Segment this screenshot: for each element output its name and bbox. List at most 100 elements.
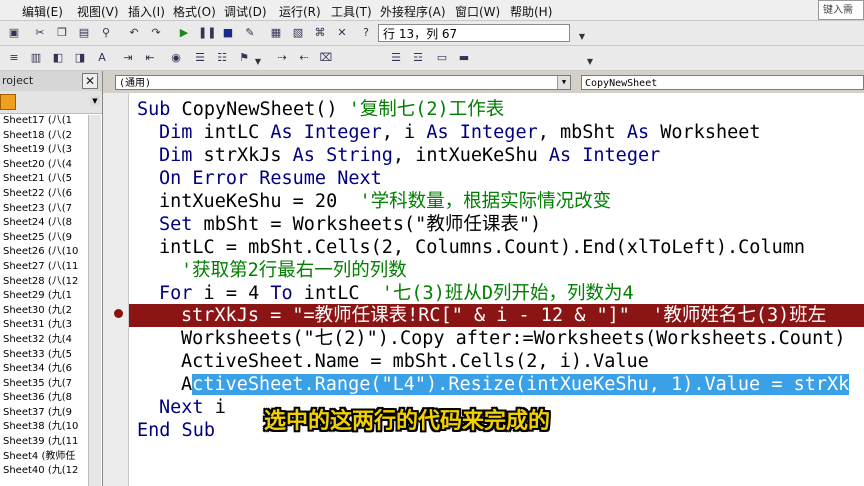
menu-bar: 编辑(E) 视图(V) 插入(I) 格式(O) 调试(D) 运行(R) 工具(T… (0, 0, 864, 21)
reset-icon[interactable]: ■ (220, 25, 236, 41)
code-line[interactable]: Worksheets("七(2)").Copy after:=Worksheet… (181, 327, 864, 350)
menu-tools[interactable]: 工具(T) (331, 3, 372, 20)
tree-item[interactable]: Sheet29 (九(1 (0, 289, 88, 304)
code-line[interactable]: For i = 4 To intLC '七(3)班从D列开始，列数为4 (159, 282, 864, 305)
complete-word-icon[interactable]: A (94, 50, 110, 66)
list-properties-icon[interactable]: ≡ (6, 50, 22, 66)
paste-icon[interactable]: ▤ (76, 25, 92, 41)
edit-toolbar-options-icon[interactable]: ▼ (252, 56, 264, 68)
tree-item[interactable]: Sheet40 (九(12 (0, 464, 88, 479)
code-line[interactable]: ActiveSheet.Range("L4").Resize(intXueKeS… (181, 373, 864, 396)
breakpoint-line[interactable]: strXkJs = "=教师任课表!RC[" & i - 12 & "]" '教… (129, 304, 864, 327)
code-line[interactable]: Dim intLC As Integer, i As Integer, mbSh… (159, 121, 864, 144)
redo-icon[interactable]: ↷ (148, 25, 164, 41)
comment-block-icon[interactable]: ☰ (192, 50, 208, 66)
tree-item[interactable]: Sheet27 (八(11 (0, 260, 88, 275)
design-mode-icon[interactable]: ✎ (242, 25, 258, 41)
tree-item[interactable]: Sheet22 (八(6 (0, 187, 88, 202)
find-icon[interactable]: ⚲ (98, 25, 114, 41)
tree-item[interactable]: Sheet17 (八(1 (0, 114, 88, 129)
tree-item[interactable]: Sheet37 (九(9 (0, 406, 88, 421)
list-outdent-icon[interactable]: ☲ (410, 50, 426, 66)
project-scrollbar[interactable] (88, 115, 101, 486)
code-line[interactable]: intLC = mbSht.Cells(2, Columns.Count).En… (159, 236, 864, 259)
tree-item[interactable]: Sheet35 (九(7 (0, 377, 88, 392)
help-icon[interactable]: ? (358, 25, 374, 41)
code-text: intLC (192, 122, 271, 143)
next-bookmark-icon[interactable]: ⇢ (274, 50, 290, 66)
indent-icon[interactable]: ⇥ (120, 50, 136, 66)
menu-edit[interactable]: 编辑(E) (22, 3, 63, 20)
menu-addins[interactable]: 外接程序(A) (380, 3, 446, 20)
menu-run[interactable]: 运行(R) (279, 3, 321, 20)
chevron-down-icon[interactable]: ▼ (557, 76, 570, 89)
cut-icon[interactable]: ✂ (32, 25, 48, 41)
code-line[interactable]: '获取第2行最右一列的列数 (181, 259, 864, 282)
parameter-info-icon[interactable]: ◨ (72, 50, 88, 66)
menu-window[interactable]: 窗口(W) (455, 3, 500, 20)
copy-icon[interactable]: ❐ (54, 25, 70, 41)
outdent-icon[interactable]: ⇤ (142, 50, 158, 66)
clear-bookmarks-icon[interactable]: ⌧ (318, 50, 334, 66)
tree-item[interactable]: Sheet26 (八(10 (0, 245, 88, 260)
list-indent-icon[interactable]: ☰ (388, 50, 404, 66)
tree-item[interactable]: Sheet21 (八(5 (0, 172, 88, 187)
breakpoint-icon[interactable] (114, 309, 123, 318)
tree-item[interactable]: Sheet23 (八(7 (0, 202, 88, 217)
code-line[interactable]: Set mbSht = Worksheets("教师任课表") (159, 213, 864, 236)
tree-item[interactable]: Sheet39 (九(11 (0, 435, 88, 450)
tree-item[interactable]: Sheet32 (九(4 (0, 333, 88, 348)
align-icon[interactable]: ▭ (434, 50, 450, 66)
object-combo[interactable]: (通用) ▼ (115, 75, 571, 90)
close-icon[interactable]: ✕ (82, 73, 98, 89)
tree-item[interactable]: Sheet28 (八(12 (0, 275, 88, 290)
toggle-breakpoint-icon[interactable]: ◉ (168, 50, 184, 66)
tree-item[interactable]: Sheet18 (八(2 (0, 129, 88, 144)
code-line[interactable]: On Error Resume Next (159, 167, 864, 190)
tree-item[interactable]: Sheet34 (九(6 (0, 362, 88, 377)
tree-item[interactable]: Sheet24 (八(8 (0, 216, 88, 231)
code-line[interactable]: Sub CopyNewSheet() '复制七(2)工作表 (137, 98, 864, 121)
list-constants-icon[interactable]: ▥ (28, 50, 44, 66)
menu-help[interactable]: 帮助(H) (510, 3, 552, 20)
edit-toolbar-dropdown-icon[interactable]: ▼ (584, 56, 596, 68)
bookmark-icon[interactable]: ⚑ (236, 50, 252, 66)
code-line[interactable]: intXueKeShu = 20 '学科数量，根据实际情况改变 (159, 190, 864, 213)
properties-icon[interactable]: ▧ (290, 25, 306, 41)
cursor-position-box: 行 13，列 67 (378, 24, 570, 42)
toolbox-icon[interactable]: ✕ (334, 25, 350, 41)
comment-icon[interactable]: ▬ (456, 50, 472, 66)
prev-bookmark-icon[interactable]: ⇠ (296, 50, 312, 66)
tree-item[interactable]: Sheet36 (九(8 (0, 391, 88, 406)
menu-format[interactable]: 格式(O) (173, 3, 216, 20)
tree-item[interactable]: Sheet31 (九(3 (0, 318, 88, 333)
code-line[interactable]: Dim strXkJs As String, intXueKeShu As In… (159, 144, 864, 167)
save-icon[interactable]: ▣ (6, 25, 22, 41)
chevron-down-icon[interactable]: ▼ (90, 96, 100, 106)
tree-item[interactable]: Sheet33 (九(5 (0, 348, 88, 363)
menu-insert[interactable]: 插入(I) (128, 3, 165, 20)
margin-indicator-bar[interactable] (103, 93, 129, 486)
help-search-input[interactable]: 键入需 (818, 0, 864, 20)
code-comment: '复制七(2)工作表 (348, 99, 505, 120)
object-browser-icon[interactable]: ⌘ (312, 25, 328, 41)
uncomment-block-icon[interactable]: ☷ (214, 50, 230, 66)
undo-icon[interactable]: ↶ (126, 25, 142, 41)
menu-debug[interactable]: 调试(D) (224, 3, 267, 20)
menu-view[interactable]: 视图(V) (77, 3, 119, 20)
quick-info-icon[interactable]: ◧ (50, 50, 66, 66)
toggle-folders-icon[interactable] (0, 94, 16, 110)
procedure-combo[interactable]: CopyNewSheet (581, 75, 864, 90)
code-line[interactable]: ActiveSheet.Name = mbSht.Cells(2, i).Val… (181, 350, 864, 373)
tree-item[interactable]: Sheet38 (九(10 (0, 420, 88, 435)
pause-icon[interactable]: ❚❚ (198, 25, 216, 41)
toolbar-options-icon[interactable]: ▼ (576, 31, 588, 43)
tree-item[interactable]: Sheet25 (八(9 (0, 231, 88, 246)
tree-item[interactable]: Sheet30 (九(2 (0, 304, 88, 319)
project-explorer-icon[interactable]: ▦ (268, 25, 284, 41)
tree-item[interactable]: Sheet4 (教师任 (0, 450, 88, 465)
code-text: intXueKeShu = 20 (159, 191, 360, 212)
run-icon[interactable]: ▶ (176, 25, 192, 41)
tree-item[interactable]: Sheet19 (八(3 (0, 143, 88, 158)
tree-item[interactable]: Sheet20 (八(4 (0, 158, 88, 173)
